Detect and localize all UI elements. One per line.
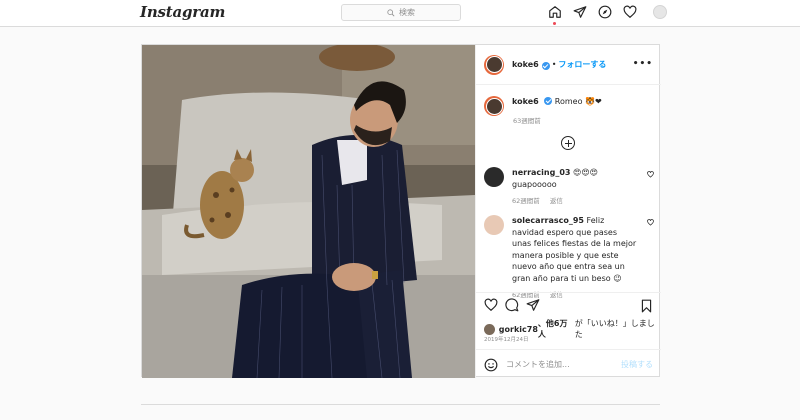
- reply-button[interactable]: 返信: [550, 197, 563, 205]
- author-username[interactable]: koke6: [512, 60, 539, 69]
- emoji-icon[interactable]: [484, 358, 498, 372]
- search-icon: [387, 8, 395, 16]
- comment-username[interactable]: solecarrasco_95: [512, 216, 584, 225]
- post-caption: koke6 Romeo 🐯❤: [484, 96, 602, 116]
- bookmark-icon[interactable]: [640, 298, 653, 317]
- comment-text-line2: guapooooo: [512, 179, 557, 189]
- comment-time: 62週間前: [512, 197, 540, 205]
- more-options-icon[interactable]: •••: [633, 59, 653, 69]
- likes-count[interactable]: 、他6万人: [538, 318, 575, 340]
- nav-icons: [547, 4, 667, 25]
- comment-text: 😍😍😍: [573, 168, 599, 177]
- verified-badge-icon: [541, 61, 550, 70]
- share-icon[interactable]: [526, 298, 540, 312]
- top-nav-bar: Instagram 検索: [0, 0, 800, 27]
- explore-icon[interactable]: [597, 4, 612, 19]
- caption-text: Romeo 🐯❤: [554, 97, 602, 106]
- search-input[interactable]: 検索: [341, 4, 461, 21]
- comment-like-heart-icon[interactable]: [647, 170, 654, 182]
- comment-item: nerracing_03 😍😍😍 guapooooo 62週間前 返信: [484, 167, 654, 208]
- comment-meta: 62週間前 返信: [512, 196, 654, 208]
- post-date: 2019年12月24日: [484, 337, 529, 343]
- commenter-avatar[interactable]: [484, 215, 504, 235]
- add-comment-input[interactable]: コメントを追加...: [506, 359, 621, 370]
- likes-suffix: が「いいね！」しました: [574, 319, 655, 339]
- load-more-comments-icon[interactable]: [561, 136, 575, 150]
- profile-avatar[interactable]: [653, 4, 667, 19]
- post-photo[interactable]: [142, 45, 475, 378]
- post-card: koke6 • フォローする ••• koke6 Romeo 🐯❤ 63週間前 …: [141, 44, 661, 378]
- comment-text: Feliz navidad espero que pases unas feli…: [512, 216, 637, 283]
- comment-bubble-icon[interactable]: [505, 298, 519, 312]
- comment-like-heart-icon[interactable]: [647, 218, 654, 230]
- activity-heart-icon[interactable]: [622, 4, 637, 19]
- liker-username[interactable]: gorkic78: [499, 325, 538, 334]
- follow-button[interactable]: フォローする: [558, 59, 606, 70]
- post-header: koke6 • フォローする •••: [476, 45, 661, 85]
- home-icon[interactable]: [547, 4, 562, 25]
- author-avatar[interactable]: [484, 54, 504, 75]
- liker-avatar[interactable]: [484, 323, 495, 335]
- comment-username[interactable]: nerracing_03: [512, 168, 570, 177]
- footer-divider: [141, 404, 660, 405]
- post-comment-button[interactable]: 投稿する: [621, 359, 653, 370]
- search-placeholder: 検索: [399, 8, 415, 17]
- like-heart-icon[interactable]: [484, 298, 498, 312]
- commenter-avatar[interactable]: [484, 167, 504, 187]
- post-actions-area: gorkic78 、他6万人 が「いいね！」しました 2019年12月24日 コ…: [476, 292, 661, 378]
- caption-username[interactable]: koke6: [512, 97, 539, 106]
- separator: •: [551, 60, 557, 69]
- direct-icon[interactable]: [572, 4, 587, 19]
- action-bar: [484, 298, 540, 312]
- instagram-logo[interactable]: Instagram: [140, 3, 225, 21]
- caption-time: 63週間前: [513, 117, 541, 125]
- comment-item: solecarrasco_95 Feliz navidad espero que…: [484, 215, 654, 302]
- caption-avatar[interactable]: [484, 96, 504, 116]
- active-indicator-dot: [553, 22, 556, 25]
- verified-badge-icon: [544, 97, 553, 105]
- post-sidebar: koke6 • フォローする ••• koke6 Romeo 🐯❤ 63週間前 …: [475, 45, 661, 378]
- add-comment-bar: コメントを追加... 投稿する: [476, 349, 661, 379]
